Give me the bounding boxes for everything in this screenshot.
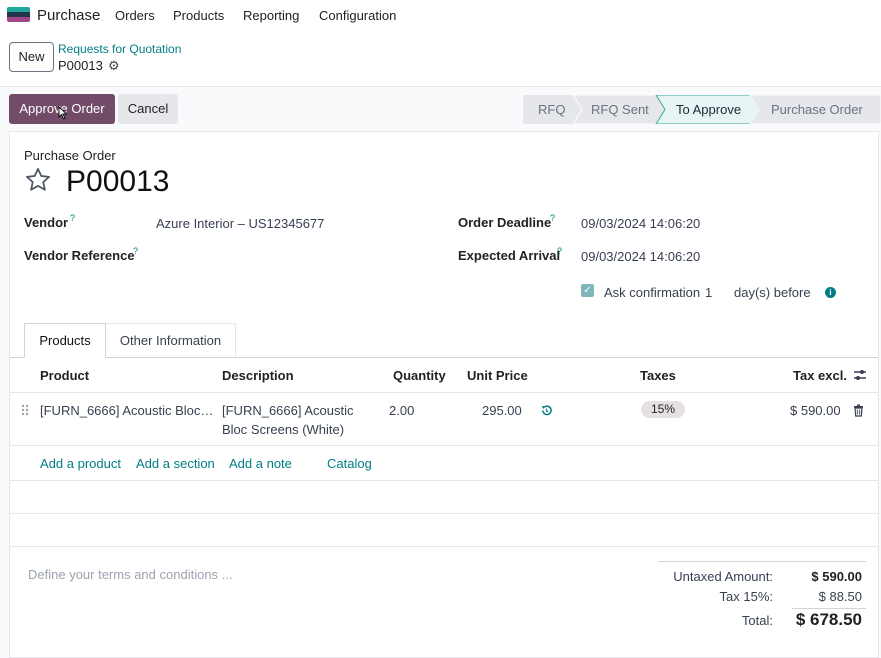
ask-confirmation-label: Ask confirmation <box>604 285 701 300</box>
total-label: Total: <box>741 613 773 628</box>
stage-rfq-sent[interactable]: RFQ Sent <box>591 102 649 117</box>
form-sheet: Purchase Order P00013 Vendor ? Azure Int… <box>9 131 879 658</box>
new-button[interactable]: New <box>9 42 54 72</box>
mouse-cursor-icon <box>58 106 68 120</box>
info-icon[interactable]: i <box>825 287 836 298</box>
cancel-button[interactable]: Cancel <box>118 94 178 124</box>
drag-handle-icon[interactable] <box>21 404 29 416</box>
add-line-divider <box>10 480 878 481</box>
table-row[interactable]: [FURN_6666] Acoustic Bloc… [FURN_6666] A… <box>10 393 878 445</box>
expected-arrival-help[interactable]: ? <box>557 246 562 256</box>
totals-divider <box>792 608 866 609</box>
history-icon[interactable] <box>540 404 553 417</box>
menu-orders[interactable]: Orders <box>115 8 155 23</box>
stage-to-approve[interactable]: To Approve <box>676 102 741 117</box>
col-quantity[interactable]: Quantity <box>393 368 446 383</box>
status-bar: RFQ RFQ Sent To Approve Purchase Order <box>523 95 881 124</box>
totals-top-divider <box>658 561 866 562</box>
vendor-field[interactable]: Azure Interior – US12345677 <box>156 216 324 231</box>
days-before-label: day(s) before <box>734 285 811 300</box>
row-description-line1[interactable]: [FURN_6666] Acoustic <box>222 403 354 418</box>
col-tax-excl[interactable]: Tax excl. <box>793 368 847 383</box>
tax-value: $ 88.50 <box>818 589 862 604</box>
untaxed-amount-label: Untaxed Amount: <box>673 569 773 584</box>
add-product-link[interactable]: Add a product <box>40 456 121 471</box>
breadcrumb-rfq-link[interactable]: Requests for Quotation <box>58 42 181 56</box>
add-note-link[interactable]: Add a note <box>229 456 292 471</box>
tab-other-information[interactable]: Other Information <box>106 323 236 358</box>
col-taxes[interactable]: Taxes <box>640 368 676 383</box>
row-subtotal: $ 590.00 <box>790 403 841 418</box>
empty-row-divider <box>10 513 878 514</box>
row-product[interactable]: [FURN_6666] Acoustic Bloc… <box>40 403 213 418</box>
vendor-reference-label: Vendor Reference <box>24 248 135 263</box>
untaxed-amount-value: $ 590.00 <box>811 569 862 584</box>
app-name[interactable]: Purchase <box>37 7 100 24</box>
vendor-label: Vendor <box>24 215 69 230</box>
catalog-link[interactable]: Catalog <box>327 456 372 471</box>
column-settings-icon[interactable] <box>853 368 867 382</box>
order-deadline-label: Order Deadline <box>458 215 552 230</box>
ask-confirmation-days-input[interactable]: 1 <box>705 285 712 300</box>
vendor-reference-help[interactable]: ? <box>133 246 138 256</box>
stage-purchase-order[interactable]: Purchase Order <box>771 102 863 117</box>
menu-reporting[interactable]: Reporting <box>243 8 299 23</box>
add-section-link[interactable]: Add a section <box>136 456 215 471</box>
tab-products[interactable]: Products <box>24 323 106 358</box>
col-product[interactable]: Product <box>40 368 89 383</box>
terms-input[interactable]: Define your terms and conditions ... <box>28 567 233 582</box>
form-subtitle: Purchase Order <box>24 148 116 163</box>
vendor-help[interactable]: ? <box>70 213 75 223</box>
row-quantity[interactable]: 2.00 <box>389 403 414 418</box>
breadcrumb-record: P00013 <box>58 58 103 73</box>
col-description[interactable]: Description <box>222 368 294 383</box>
purchase-app-icon[interactable] <box>7 7 30 22</box>
order-deadline-field[interactable]: 09/03/2024 14:06:20 <box>581 216 700 231</box>
table-bottom-divider <box>10 546 878 547</box>
row-unit-price[interactable]: 295.00 <box>482 403 522 418</box>
trash-icon[interactable] <box>853 404 864 417</box>
control-panel: New Requests for Quotation P00013 ⚙ <box>0 30 881 87</box>
total-value: $ 678.50 <box>795 610 862 629</box>
row-description-line2[interactable]: Bloc Screens (White) <box>222 422 344 437</box>
gear-icon[interactable]: ⚙ <box>108 58 120 74</box>
row-divider <box>10 445 878 446</box>
ask-confirmation-checkbox[interactable]: ✓ <box>581 284 594 297</box>
order-deadline-help[interactable]: ? <box>550 213 555 223</box>
menu-configuration[interactable]: Configuration <box>319 8 396 23</box>
tax-label: Tax 15%: <box>719 589 773 604</box>
form-title: P00013 <box>66 165 170 198</box>
expected-arrival-field[interactable]: 09/03/2024 14:06:20 <box>581 249 700 264</box>
tax-badge[interactable]: 15% <box>641 401 685 418</box>
stage-rfq[interactable]: RFQ <box>538 102 565 117</box>
expected-arrival-label: Expected Arrival <box>458 248 561 263</box>
col-unit-price[interactable]: Unit Price <box>467 368 528 383</box>
star-icon[interactable] <box>24 166 52 194</box>
top-navbar: Purchase Orders Products Reporting Confi… <box>0 0 881 30</box>
menu-products[interactable]: Products <box>173 8 224 23</box>
